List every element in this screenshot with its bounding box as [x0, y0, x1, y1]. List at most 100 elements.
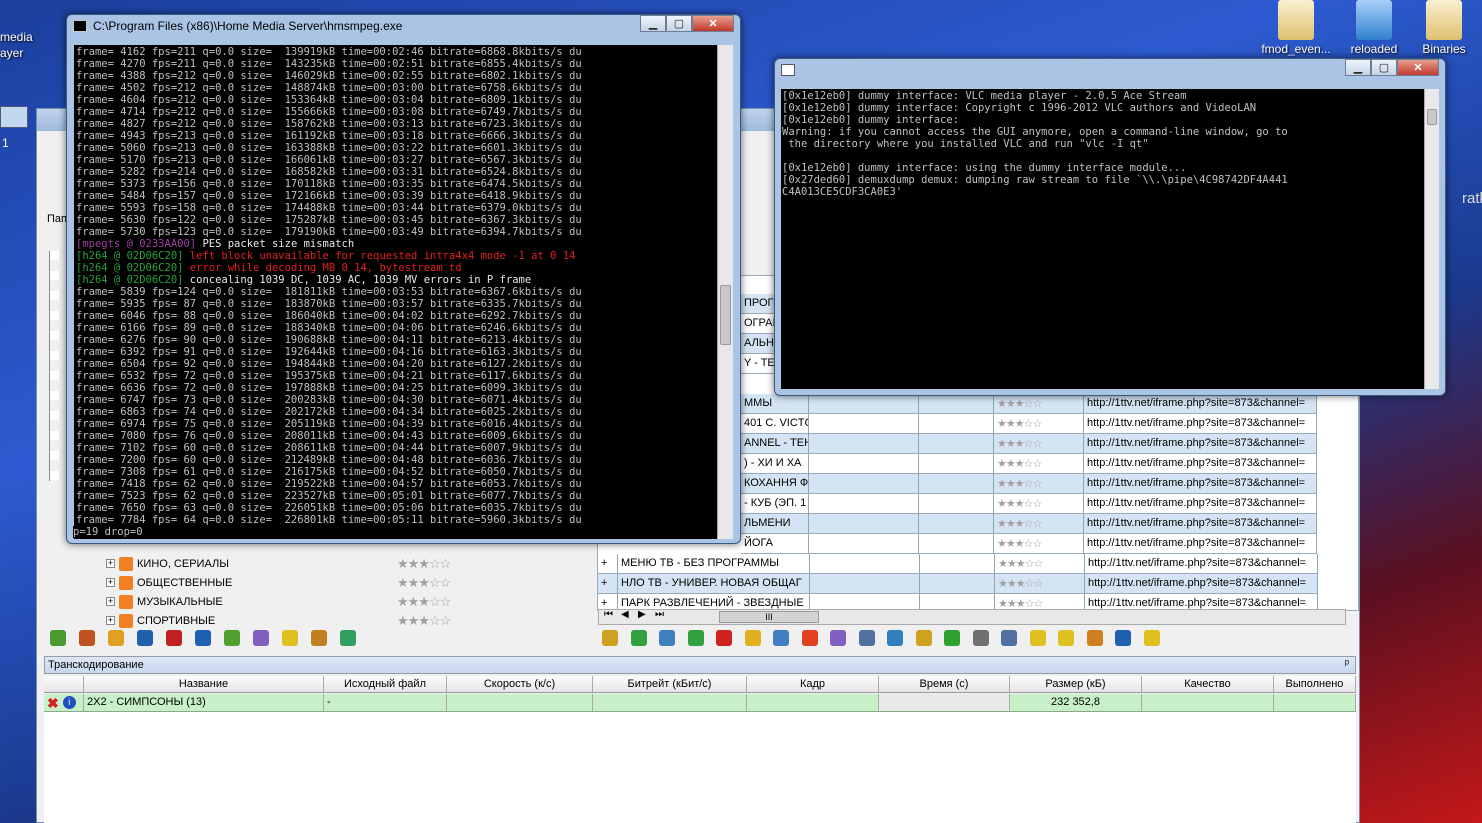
rating-stars[interactable]: ★★★☆☆ [994, 454, 1084, 473]
desktop-left-item-2[interactable]: ayer [0, 46, 23, 60]
grid-hscroll[interactable]: III [598, 609, 1346, 625]
rating-stars[interactable]: ★★★☆☆ [994, 514, 1084, 533]
toolbar-right-icon[interactable] [858, 630, 875, 646]
expand-icon[interactable]: + [598, 554, 618, 573]
toolbar-left-icon[interactable] [253, 630, 269, 646]
col-frame[interactable]: Кадр [747, 676, 879, 692]
desktop-icon-binaries[interactable]: Binaries [1404, 0, 1482, 56]
rating-stars[interactable]: ★★★☆☆ [995, 554, 1085, 573]
toolbar-left-icon[interactable] [282, 630, 298, 646]
channel-row[interactable]: ) - ХИ И ХА ★★★☆☆ http://1ttv.net/iframe.p… [741, 454, 1317, 474]
vlc-console-window[interactable]: ▁ ▢ ✕ [0x1e12eb0] dummy interface: VLC m… [774, 58, 1446, 396]
channel-row[interactable]: КОХАННЯ ФЕ ★★★☆☆ http://1ttv.net/iframe.ph… [741, 474, 1317, 494]
col-name[interactable]: Название [84, 676, 324, 692]
tree-item-obshch[interactable]: + ОБЩЕСТВЕННЫЕ ★★★☆☆ [106, 573, 451, 592]
channel-url[interactable]: http://1ttv.net/iframe.php?site=873&chan… [1084, 454, 1317, 473]
channel-row[interactable]: + НЛО ТВ - УНИВЕР. НОВАЯ ОБЩАГ ★★★☆☆ http:/… [598, 574, 1318, 594]
channel-url[interactable]: http://1ttv.net/iframe.php?site=873&chan… [1084, 474, 1317, 493]
channel-url[interactable]: http://1ttv.net/iframe.php?site=873&chan… [1084, 514, 1317, 533]
col-size[interactable]: Размер (кБ) [1010, 676, 1142, 692]
expand-icon[interactable]: + [106, 597, 115, 606]
rating-stars[interactable]: ★★★☆☆ [994, 414, 1084, 433]
channel-row[interactable]: + МЕНЮ ТВ - БЕЗ ПРОГРАММЫ ★★★☆☆ http://1ttv… [598, 554, 1318, 574]
hscroll-thumb[interactable]: III [719, 611, 819, 623]
nav-arrow-icon[interactable]: ⏭ [655, 609, 664, 620]
toolbar-left-icon[interactable] [108, 630, 124, 646]
channel-row[interactable]: ММЫ ★★★☆☆ http://1ttv.net/iframe.php?site=… [741, 394, 1317, 414]
toolbar-right-icon[interactable] [602, 630, 618, 646]
col-quality[interactable]: Качество [1142, 676, 1274, 692]
toolbar-right-icon[interactable] [801, 630, 818, 646]
left-tab[interactable]: Пап [47, 213, 67, 225]
toolbar-right-icon[interactable] [1001, 630, 1017, 646]
nav-arrow-icon[interactable]: ▶ [638, 609, 646, 620]
tree-item-muz[interactable]: + МУЗЫКАЛЬНЫЕ ★★★☆☆ [106, 592, 451, 611]
toolbar-right-icon[interactable] [1058, 630, 1074, 646]
info-icon[interactable]: i [62, 696, 76, 709]
toolbar-left-icon[interactable] [166, 630, 182, 646]
toolbar-right-icon[interactable] [915, 630, 932, 646]
console-vscroll[interactable] [717, 45, 733, 539]
channel-row[interactable]: 401 C. VICTC ★★★☆☆ http://1ttv.net/iframe.… [741, 414, 1317, 434]
rating-stars[interactable]: ★★★☆☆ [994, 394, 1084, 413]
channel-row[interactable]: - КУБ (ЭП. 1 ★★★☆☆ http://1ttv.net/iframe.… [741, 494, 1317, 514]
tree-item-sport[interactable]: + СПОРТИВНЫЕ ★★★☆☆ [106, 611, 451, 630]
toolbar-right-icon[interactable] [1143, 630, 1160, 646]
close-button[interactable]: ✕ [692, 15, 734, 32]
desktop-left-item-1[interactable]: media [0, 30, 33, 44]
maximize-button[interactable]: ▢ [666, 15, 692, 32]
rating-stars[interactable]: ★★★☆☆ [397, 556, 451, 572]
vlc-vscroll[interactable] [1424, 89, 1439, 389]
toolbar-right-icon[interactable] [830, 630, 846, 646]
channel-row[interactable]: ЙОГА ★★★☆☆ http://1ttv.net/iframe.php?site… [741, 534, 1317, 554]
rating-stars[interactable]: ★★★☆☆ [994, 534, 1084, 553]
toolbar-right-icon[interactable] [1115, 630, 1131, 646]
desktop-icon-fmod[interactable]: fmod_even... [1256, 0, 1336, 56]
cancel-icon[interactable]: ✖ [47, 696, 59, 710]
maximize-button[interactable]: ▢ [1371, 59, 1397, 76]
col-done[interactable]: Выполнено [1274, 676, 1356, 692]
toolbar-left-icon[interactable] [195, 630, 211, 646]
channel-url[interactable]: http://1ttv.net/iframe.php?site=873&chan… [1084, 434, 1317, 453]
toolbar-right-icon[interactable] [1086, 630, 1103, 646]
toolbar-left-icon[interactable] [311, 630, 327, 646]
toolbar-left-icon[interactable] [79, 630, 95, 646]
channel-row[interactable]: ANNEL - ТЕНД ★★★☆☆http://1ttv.net/iframe.… [741, 434, 1317, 454]
channel-url[interactable]: http://1ttv.net/iframe.php?site=873&chan… [1085, 574, 1318, 593]
col-speed[interactable]: Скорость (к/с) [447, 676, 593, 692]
nav-arrow-icon[interactable]: ⏮ [604, 609, 613, 620]
rating-stars[interactable]: ★★★☆☆ [995, 574, 1085, 593]
col-time[interactable]: Время (с) [879, 676, 1010, 692]
toolbar-right-icon[interactable] [944, 630, 960, 646]
hmsmpeg-console-window[interactable]: C:\Program Files (x86)\Home Media Server… [66, 14, 741, 544]
scroll-thumb[interactable] [1427, 109, 1437, 125]
toolbar-right-icon[interactable] [687, 630, 704, 646]
rating-stars[interactable]: ★★★☆☆ [397, 613, 451, 629]
col-bitrate[interactable]: Битрейт (кБит/с) [593, 676, 747, 692]
toolbar-right-icon[interactable] [659, 630, 675, 646]
toolbar-left-icon[interactable] [137, 630, 153, 646]
toolbar-right-icon[interactable] [716, 630, 732, 646]
table-row[interactable]: ✖ i 2X2 - СИМПСОНЫ (13) - 232 352,8 [44, 694, 1356, 712]
rating-stars[interactable]: ★★★☆☆ [397, 575, 451, 591]
rating-stars[interactable]: ★★★☆☆ [994, 494, 1084, 513]
channel-row[interactable]: ЛЬМЕНИ ★★★☆☆ http://1ttv.net/iframe.php?si… [741, 514, 1317, 534]
toolbar-left-icon[interactable] [50, 630, 66, 646]
close-button[interactable]: ✕ [1397, 59, 1439, 76]
expand-icon[interactable]: + [106, 578, 115, 587]
channel-url[interactable]: http://1ttv.net/iframe.php?site=873&chan… [1084, 394, 1317, 413]
tree-item-kino[interactable]: + КИНО, СЕРИАЛЫ ★★★☆☆ [106, 554, 451, 573]
rating-stars[interactable]: ★★★☆☆ [994, 434, 1084, 453]
rating-stars[interactable]: ★★★☆☆ [994, 474, 1084, 493]
expand-icon[interactable]: + [106, 559, 115, 568]
toolbar-right-icon[interactable] [887, 630, 903, 646]
console-output[interactable]: frame= 4162 fps=211 q=0.0 size= 139919kB… [74, 45, 717, 539]
expand-icon[interactable]: + [106, 616, 115, 625]
toolbar-left-icon[interactable] [340, 630, 356, 646]
desktop-left-monitor-icon[interactable] [0, 106, 28, 128]
channel-url[interactable]: http://1ttv.net/iframe.php?site=873&chan… [1084, 494, 1317, 513]
toolbar-right-icon[interactable] [744, 630, 761, 646]
desktop-icon-reloaded[interactable]: reloaded [1334, 0, 1414, 56]
col-source[interactable]: Исходный файл [324, 676, 447, 692]
toolbar-right-icon[interactable] [773, 630, 789, 646]
